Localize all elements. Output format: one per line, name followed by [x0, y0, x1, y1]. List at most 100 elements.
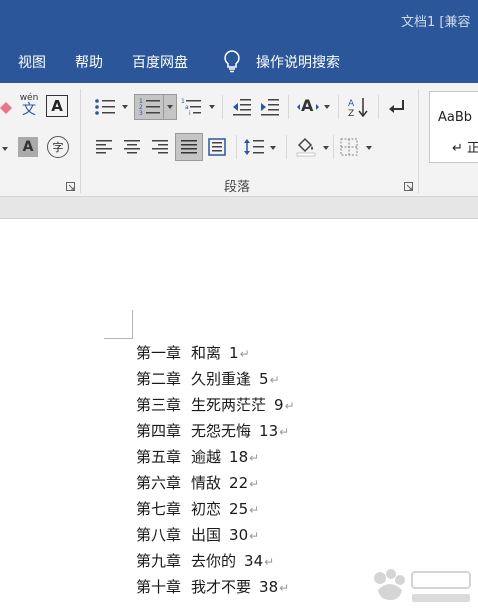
- paragraph-mark: ↵: [279, 581, 290, 595]
- style-name-label: ↵ 正: [452, 141, 478, 156]
- toc-page-number: 9: [274, 396, 284, 414]
- phonetic-guide-button[interactable]: wén 文: [17, 93, 41, 119]
- borders-icon: [340, 138, 358, 156]
- toc-line[interactable]: 第一章 和离 1↵: [136, 342, 295, 368]
- align-left-icon: [96, 140, 112, 154]
- toc-line[interactable]: 第十章 我才不要 38↵: [136, 576, 295, 602]
- font-color-dropdown[interactable]: [2, 147, 8, 151]
- toc-page-number: 38: [259, 578, 279, 596]
- justify-button[interactable]: [175, 133, 203, 161]
- paragraph-mark: ↵: [279, 425, 290, 439]
- phonetic-char: 文: [22, 102, 36, 118]
- toc-chapter: 第六章: [136, 474, 182, 492]
- borders-button[interactable]: [338, 135, 360, 159]
- multilevel-list-icon: 1 a i: [181, 98, 201, 117]
- toc-title: 生死两茫茫: [191, 396, 267, 414]
- chinese-layout-button[interactable]: A: [296, 93, 320, 119]
- bullets-button[interactable]: [93, 95, 117, 119]
- toc-line[interactable]: 第九章 去你的 34↵: [136, 550, 295, 576]
- bullets-dropdown[interactable]: [122, 105, 128, 109]
- show-hide-marks-button[interactable]: [384, 95, 408, 119]
- enclose-characters-button[interactable]: 字: [47, 136, 69, 158]
- tab-view[interactable]: 视图: [18, 52, 46, 72]
- decrease-indent-button[interactable]: [230, 95, 254, 119]
- paragraph-mark-icon: [389, 100, 404, 113]
- paint-bucket-icon: [296, 137, 316, 157]
- toc-chapter: 第四章: [136, 422, 182, 440]
- button-separator: [222, 95, 223, 119]
- toc-title: 无怨无悔: [191, 422, 252, 440]
- toc-line[interactable]: 第八章 出国 30↵: [136, 524, 295, 550]
- borders-dropdown[interactable]: [366, 146, 372, 150]
- toc-chapter: 第二章: [136, 370, 182, 388]
- distributed-button[interactable]: [206, 135, 228, 159]
- sort-button[interactable]: A Z: [346, 94, 370, 120]
- ribbon-tab-bar: 视图 帮助 百度网盘 操作说明搜索: [0, 40, 478, 83]
- font-dialog-launcher-icon[interactable]: [66, 182, 76, 192]
- button-separator: [338, 95, 339, 119]
- toc-line[interactable]: 第二章 久别重逢 5↵: [136, 368, 295, 394]
- toc-page-number: 30: [229, 526, 249, 544]
- line-spacing-button[interactable]: [242, 135, 266, 159]
- paragraph-dialog-launcher-icon[interactable]: [404, 182, 414, 192]
- line-spacing-dropdown[interactable]: [270, 146, 276, 150]
- toc-chapter: 第九章: [136, 552, 182, 570]
- chinese-layout-dropdown[interactable]: [324, 105, 330, 109]
- shading-button[interactable]: [294, 133, 318, 159]
- multilevel-list-dropdown[interactable]: [209, 105, 215, 109]
- toc-page-number: 1: [229, 344, 239, 362]
- svg-text:A: A: [348, 99, 355, 109]
- toc-page-number: 22: [229, 474, 249, 492]
- character-shading-label: A: [22, 139, 34, 155]
- style-normal[interactable]: AaBb ↵ 正: [429, 91, 478, 163]
- ruler-area: [0, 197, 478, 219]
- numbering-dropdown[interactable]: [167, 105, 173, 109]
- decrease-indent-icon: [233, 99, 251, 116]
- toc-title: 情敌: [191, 474, 222, 492]
- toc-title: 和离: [191, 344, 222, 362]
- toc-line[interactable]: 第四章 无怨无悔 13↵: [136, 420, 295, 446]
- increase-indent-button[interactable]: [258, 95, 282, 119]
- toc-title: 初恋: [191, 500, 222, 518]
- shading-dropdown[interactable]: [323, 146, 329, 150]
- svg-text:Z: Z: [348, 109, 354, 118]
- clear-formatting-button[interactable]: [0, 95, 12, 117]
- lightbulb-icon[interactable]: [222, 49, 242, 73]
- multilevel-list-button[interactable]: 1 a i: [180, 95, 204, 119]
- paragraph-group-label: 段落: [224, 180, 251, 195]
- toc-title: 久别重逢: [191, 370, 252, 388]
- toc-chapter: 第三章: [136, 396, 182, 414]
- numbering-icon: 1 2 3: [139, 98, 160, 117]
- character-shading-button[interactable]: A: [18, 137, 38, 157]
- button-separator: [236, 135, 237, 159]
- button-separator: [286, 135, 287, 159]
- watermark-logo: [374, 569, 471, 602]
- toc-chapter: 第一章: [136, 344, 182, 362]
- toc-line[interactable]: 第五章 逾越 18↵: [136, 446, 295, 472]
- toc-chapter: 第七章: [136, 500, 182, 518]
- toc-line[interactable]: 第七章 初恋 25↵: [136, 498, 295, 524]
- paragraph-mark: ↵: [239, 347, 250, 361]
- tab-baidu-netdisk[interactable]: 百度网盘: [132, 52, 188, 72]
- toc-page-number: 5: [259, 370, 269, 388]
- document-page[interactable]: 第一章 和离 1↵ 第二章 久别重逢 5↵ 第三章 生死两茫茫 9↵ 第四章 无怨无悔 13↵ …: [0, 220, 478, 616]
- toc-line[interactable]: 第六章 情敌 22↵: [136, 472, 295, 498]
- tab-help[interactable]: 帮助: [75, 52, 103, 72]
- paragraph-mark: ↵: [269, 373, 280, 387]
- paragraph-mark: ↵: [249, 451, 260, 465]
- toc-chapter: 第五章: [136, 448, 182, 466]
- sort-icon: A Z: [348, 98, 368, 118]
- center-button[interactable]: [121, 135, 143, 159]
- chinese-layout-icon: A: [297, 96, 319, 115]
- toc-chapter: 第十章: [136, 578, 182, 596]
- align-left-button[interactable]: [93, 135, 115, 159]
- align-right-button[interactable]: [149, 135, 171, 159]
- character-border-button[interactable]: A: [46, 95, 68, 117]
- toc-line[interactable]: 第三章 生死两茫茫 9↵: [136, 394, 295, 420]
- table-of-contents[interactable]: 第一章 和离 1↵ 第二章 久别重逢 5↵ 第三章 生死两茫茫 9↵ 第四章 无怨无悔 13↵ …: [136, 342, 295, 602]
- tell-me-search[interactable]: 操作说明搜索: [256, 52, 340, 72]
- toc-page-number: 34: [244, 552, 264, 570]
- toc-title: 去你的: [191, 552, 237, 570]
- align-right-icon: [152, 140, 168, 154]
- svg-text:i: i: [189, 110, 191, 117]
